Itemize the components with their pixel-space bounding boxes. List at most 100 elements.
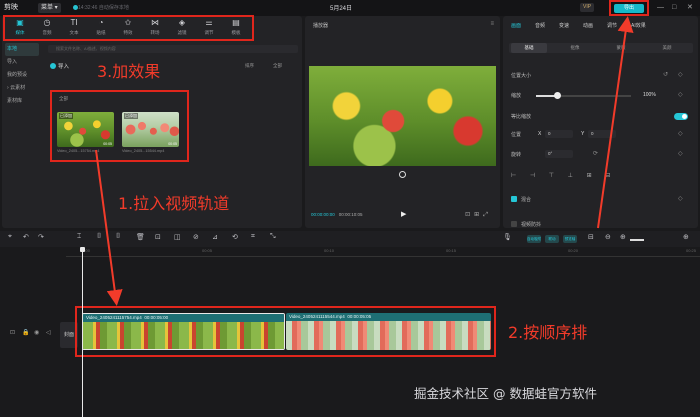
close-icon[interactable]: ✕	[687, 3, 693, 12]
split-right-icon[interactable]: ⌷	[116, 233, 120, 241]
keyframe-icon[interactable]: ◇	[678, 130, 683, 137]
filter-all-button[interactable]: 全部	[273, 63, 282, 69]
subtab-basic[interactable]: 基础	[511, 43, 547, 53]
reset-icon[interactable]: ↺	[663, 71, 668, 78]
keyframe-icon[interactable]: ◇	[678, 195, 683, 202]
blend-checkbox[interactable]	[511, 196, 517, 202]
zoom-in-icon[interactable]: ⊕	[620, 233, 626, 241]
crop-icon[interactable]: ⌗	[251, 233, 255, 241]
scale-slider[interactable]	[536, 92, 631, 99]
nav-import[interactable]: 导入	[2, 56, 42, 69]
ratio-icon[interactable]: ⊞	[474, 212, 483, 218]
vip-badge[interactable]: VIP	[580, 3, 595, 12]
export-highlight-box: 导出	[609, 0, 649, 16]
tab-animation[interactable]: 动画	[583, 22, 593, 29]
import-button[interactable]: 导入	[58, 62, 69, 70]
nav-local[interactable]: 本地	[5, 43, 39, 56]
preview-axis-toggle[interactable]: 预览轴	[563, 235, 577, 243]
mute-icon[interactable]: ◁	[46, 329, 51, 336]
minimize-icon[interactable]: —	[657, 3, 664, 12]
split-screen-icon[interactable]: ⊟	[588, 233, 594, 241]
maximize-icon[interactable]: □	[672, 3, 676, 12]
position-x-input[interactable]: 0	[545, 130, 573, 138]
scale-slider-knob[interactable]	[553, 92, 561, 99]
keyframe-icon[interactable]: ◇	[678, 71, 683, 78]
player-menu-icon[interactable]: ≡	[490, 21, 494, 27]
tab-ai-effects[interactable]: AI效果	[631, 22, 646, 29]
microphone-icon[interactable]: 🎙	[503, 233, 512, 241]
player-title: 播放器	[313, 23, 329, 29]
freeze-icon[interactable]: ⊡	[155, 233, 161, 241]
keyframe-icon[interactable]: ◇	[678, 150, 683, 157]
search-input[interactable]: 搜索文件名称、AI描述、视频内容	[48, 45, 298, 53]
export-button[interactable]: 导出	[614, 4, 644, 13]
stabilize-checkbox[interactable]	[511, 221, 517, 227]
link-toggle[interactable]: 联动	[545, 235, 559, 243]
stabilize-label: 视频防抖	[521, 222, 542, 228]
nav-cloud[interactable]: › 云素材	[2, 82, 42, 95]
position-y-input[interactable]: 0	[588, 130, 616, 138]
watermark: 掘金技术社区 @ 数据蛙官方软件	[414, 386, 597, 401]
fit-icon[interactable]: ⊡	[465, 212, 474, 218]
split-left-icon[interactable]: ⌷	[97, 233, 101, 241]
rotate-icon[interactable]: ⟳	[593, 150, 598, 157]
timeline-ruler[interactable]: 00:00 00:05 00:10 00:15 00:20 00:25	[66, 247, 700, 257]
lock-track-icon[interactable]: 🔒	[22, 329, 29, 336]
undo-icon[interactable]: ↶	[23, 233, 29, 241]
annotation-add-effects: 3.加效果	[97, 62, 161, 81]
playhead[interactable]	[82, 247, 83, 417]
snap-toggle[interactable]: 自动吸附	[527, 235, 541, 243]
reverse-icon[interactable]: ⊘	[193, 233, 199, 241]
redo-icon[interactable]: ↷	[38, 233, 44, 241]
timeline-clip[interactable]: Video_2405241115754.mp4 00:00:05:00	[82, 313, 285, 350]
zoom-slider[interactable]	[630, 239, 644, 241]
visibility-icon[interactable]: ◉	[34, 329, 39, 336]
fullscreen-icon[interactable]: ⤢	[483, 212, 492, 218]
split-icon[interactable]: ⌶	[77, 233, 81, 241]
current-time: 00:00:00:00	[311, 212, 335, 217]
document-title: 5月24日	[330, 6, 353, 12]
rotate-icon[interactable]: ⟲	[232, 233, 238, 241]
subtab-cutout[interactable]: 抠像	[557, 43, 593, 53]
menu-button[interactable]: 菜单 ▾	[38, 3, 61, 13]
annotation-drag-to-track: 1.拉入视频轨道	[118, 194, 230, 213]
added-badge: 已添加	[124, 113, 138, 119]
video-preview[interactable]	[309, 66, 496, 166]
timeline-clip[interactable]: Video_2405241115544.mp4 00:00:05:05	[286, 313, 491, 350]
tab-picture[interactable]: 画面	[511, 22, 521, 29]
ruler-label: 00:15	[446, 248, 457, 253]
delete-icon[interactable]: 🗑	[136, 233, 145, 241]
y-axis-label: Y	[581, 131, 585, 137]
nav-my-presets[interactable]: 我的预设	[2, 69, 42, 82]
rotate-input[interactable]: 0°	[545, 150, 573, 158]
keyframe-icon[interactable]: ◇	[678, 91, 683, 98]
subtab-mask[interactable]: 蒙版	[603, 43, 639, 53]
media-item[interactable]: 已添加 00:05	[122, 112, 179, 147]
timeline-settings-icon[interactable]: ⊕	[683, 233, 689, 241]
media-item[interactable]: 已添加 00:05	[57, 112, 114, 147]
rotate-label: 旋转	[511, 152, 522, 158]
timecode: 00:00:00:00 00:00:10:05	[311, 212, 363, 217]
tab-speed[interactable]: 变速	[559, 22, 569, 29]
toolbar-highlight-box	[3, 15, 254, 41]
record-icon	[399, 171, 406, 178]
scale-value[interactable]: 100%	[643, 92, 656, 98]
import-icon	[50, 63, 56, 69]
zoom-out-icon[interactable]: ⊖	[605, 233, 611, 241]
uniform-scale-toggle[interactable]	[674, 113, 688, 120]
subtab-beauty[interactable]: 美颜	[649, 43, 685, 53]
lock-icon[interactable]: ⊡	[10, 329, 15, 336]
added-badge: 已添加	[59, 113, 73, 119]
tab-prop-audio[interactable]: 音频	[535, 22, 545, 29]
mirror-icon[interactable]: ◫	[174, 233, 181, 241]
scale-icon[interactable]: ⤡	[270, 233, 276, 241]
play-button[interactable]: ▶	[401, 210, 406, 218]
align-controls[interactable]: ⊢ ⊣ ⊤ ⊥ ⊞ ⊟	[511, 172, 616, 179]
nav-library[interactable]: 素材库	[2, 95, 42, 108]
select-icon[interactable]: ⌖	[8, 233, 12, 241]
playhead-handle[interactable]	[80, 247, 85, 252]
clip-filmstrip	[83, 322, 284, 349]
flip-icon[interactable]: ⊿	[212, 233, 218, 241]
sort-button[interactable]: 排序	[245, 63, 254, 69]
tab-prop-adjust[interactable]: 调节	[607, 22, 617, 29]
